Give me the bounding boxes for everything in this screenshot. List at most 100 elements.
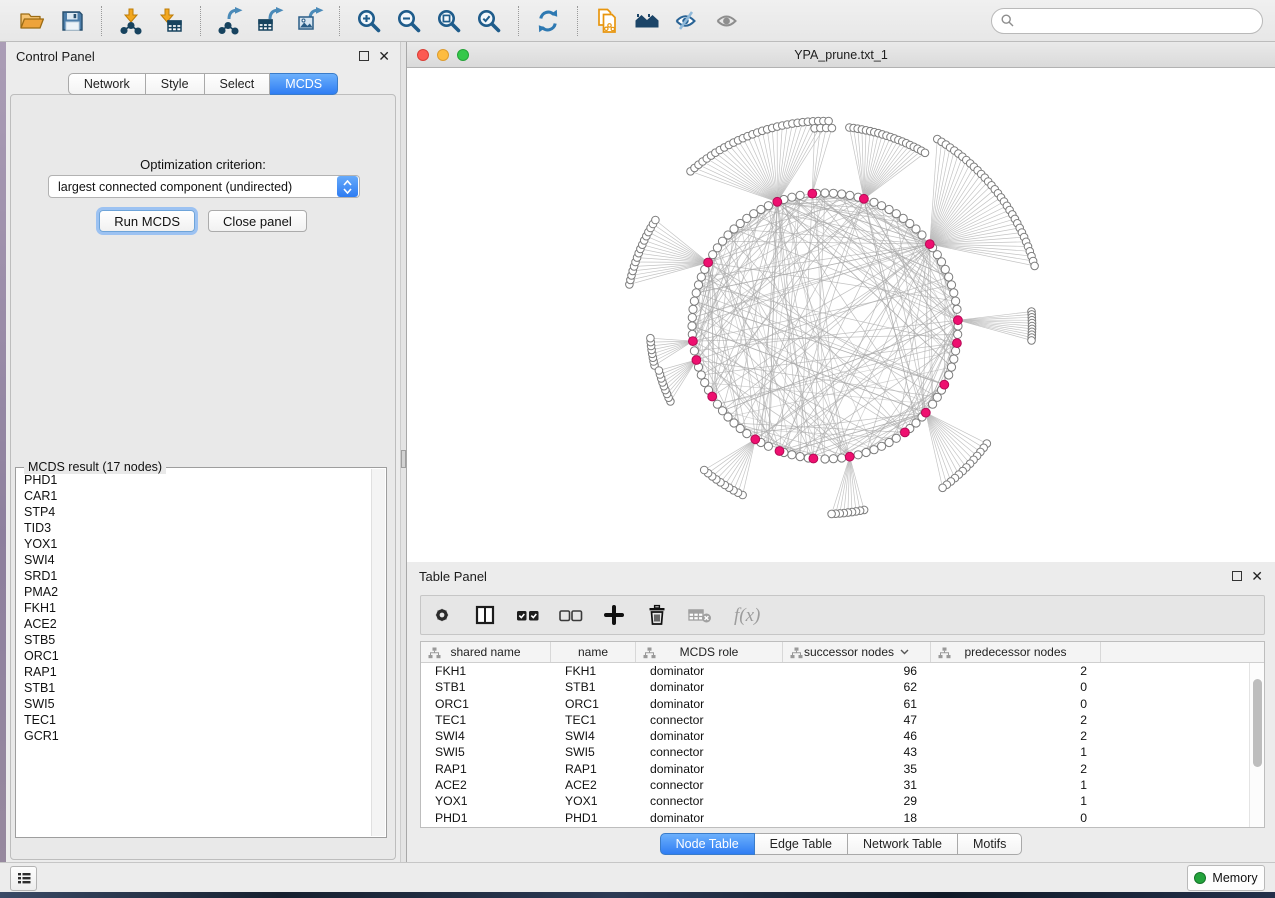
zoom-in-icon[interactable] [352, 4, 386, 38]
tab-network-table[interactable]: Network Table [848, 833, 958, 855]
window-zoom-icon[interactable] [457, 49, 469, 61]
table-scrollbar-thumb[interactable] [1253, 679, 1262, 767]
memory-button[interactable]: Memory [1187, 865, 1265, 891]
show-all-icon[interactable] [710, 4, 744, 38]
clone-network-icon[interactable] [590, 4, 624, 38]
panel-splitter[interactable] [400, 42, 407, 862]
table-row[interactable]: YOX1YOX1connector291 [421, 793, 1249, 809]
cell-name: STB1 [551, 679, 636, 695]
function-builder-icon: f(x) [730, 602, 774, 628]
mcds-result-item[interactable]: CAR1 [24, 488, 371, 504]
import-table-icon[interactable] [154, 4, 188, 38]
show-column-icon[interactable] [472, 602, 498, 628]
mcds-result-item[interactable]: SWI4 [24, 552, 371, 568]
search-input[interactable] [1020, 14, 1253, 28]
select-all-icon[interactable] [515, 602, 541, 628]
mcds-result-item[interactable]: PHD1 [24, 472, 371, 488]
save-session-icon[interactable] [55, 4, 89, 38]
table-panel-tabs: Node TableEdge TableNetwork TableMotifs [407, 833, 1275, 855]
mcds-result-item[interactable]: RAP1 [24, 664, 371, 680]
tab-motifs[interactable]: Motifs [958, 833, 1022, 855]
tab-network[interactable]: Network [68, 73, 146, 95]
tab-mcds[interactable]: MCDS [270, 73, 338, 95]
column-header-filler [1101, 642, 1264, 662]
mcds-result-item[interactable]: YOX1 [24, 536, 371, 552]
mcds-result-item[interactable]: SRD1 [24, 568, 371, 584]
zoom-selected-icon[interactable] [472, 4, 506, 38]
cell-successor_nodes: 96 [783, 663, 931, 679]
mcds-result-item[interactable]: STB1 [24, 680, 371, 696]
float-table-panel-icon[interactable] [1232, 571, 1242, 581]
mcds-result-scrollbar[interactable] [371, 469, 385, 836]
tab-node-table[interactable]: Node Table [660, 833, 755, 855]
table-row[interactable]: RAP1RAP1dominator352 [421, 761, 1249, 777]
search-box[interactable] [991, 8, 1263, 34]
network-graph[interactable] [407, 68, 1275, 562]
table-row[interactable]: SWI5SWI5connector431 [421, 744, 1249, 760]
mcds-result-item[interactable]: PMA2 [24, 584, 371, 600]
mcds-result-item[interactable]: FKH1 [24, 600, 371, 616]
export-network-icon[interactable] [213, 4, 247, 38]
tab-style[interactable]: Style [146, 73, 205, 95]
mcds-result-item[interactable]: TEC1 [24, 712, 371, 728]
column-header-shared-name[interactable]: shared name [421, 642, 551, 662]
column-header-name[interactable]: name [551, 642, 636, 662]
toolbar-separator [577, 6, 578, 36]
mcds-result-item[interactable]: SWI5 [24, 696, 371, 712]
export-table-icon[interactable] [253, 4, 287, 38]
zoom-out-icon[interactable] [392, 4, 426, 38]
column-header-successor-nodes[interactable]: successor nodes [783, 642, 931, 662]
optimization-criterion-select[interactable]: largest connected component (undirected) [48, 175, 360, 198]
table-scrollbar[interactable] [1249, 663, 1264, 827]
open-file-icon[interactable] [15, 4, 49, 38]
network-canvas[interactable] [407, 68, 1275, 562]
table-row[interactable]: TEC1TEC1connector472 [421, 712, 1249, 728]
tab-edge-table[interactable]: Edge Table [755, 833, 848, 855]
column-header-mcds-role[interactable]: MCDS role [636, 642, 783, 662]
splitter-grip[interactable] [401, 450, 406, 468]
cell-mcds_role: dominator [636, 679, 783, 695]
table-row[interactable]: ACE2ACE2connector311 [421, 777, 1249, 793]
close-table-panel-icon[interactable]: ✕ [1251, 571, 1263, 581]
table-settings-icon[interactable] [429, 602, 455, 628]
float-panel-icon[interactable] [359, 51, 369, 61]
import-network-icon[interactable] [114, 4, 148, 38]
mcds-result-item[interactable]: ACE2 [24, 616, 371, 632]
cell-mcds_role: connector [636, 744, 783, 760]
status-bar: Memory [0, 862, 1275, 892]
cell-predecessor_nodes: 2 [931, 761, 1101, 777]
tab-select[interactable]: Select [205, 73, 271, 95]
mcds-result-item[interactable]: STB5 [24, 632, 371, 648]
close-panel-icon[interactable]: ✕ [378, 51, 390, 61]
cell-name: RAP1 [551, 761, 636, 777]
table-row[interactable]: SWI4SWI4dominator462 [421, 728, 1249, 744]
deselect-all-icon[interactable] [558, 602, 584, 628]
export-image-icon[interactable] [293, 4, 327, 38]
cell-shared_name: TEC1 [421, 712, 551, 728]
mcds-result-item[interactable]: GCR1 [24, 728, 371, 744]
hide-selected-icon[interactable] [670, 4, 704, 38]
cell-successor_nodes: 29 [783, 793, 931, 809]
delete-icon[interactable] [644, 602, 670, 628]
zoom-fit-icon[interactable] [432, 4, 466, 38]
mcds-result-item[interactable]: ORC1 [24, 648, 371, 664]
first-neighbors-icon[interactable] [630, 4, 664, 38]
window-close-icon[interactable] [417, 49, 429, 61]
add-icon[interactable] [601, 602, 627, 628]
table-row[interactable]: ORC1ORC1dominator610 [421, 696, 1249, 712]
table-row[interactable]: PHD1PHD1dominator180 [421, 810, 1249, 826]
mcds-result-item[interactable]: STP4 [24, 504, 371, 520]
mcds-result-item[interactable]: TID3 [24, 520, 371, 536]
search-icon [1001, 14, 1014, 27]
table-row[interactable]: STB1STB1dominator620 [421, 679, 1249, 695]
cell-name: YOX1 [551, 793, 636, 809]
column-header-predecessor-nodes[interactable]: predecessor nodes [931, 642, 1101, 662]
close-panel-button[interactable]: Close panel [208, 210, 307, 232]
run-mcds-button[interactable]: Run MCDS [99, 210, 195, 232]
cell-mcds_role: connector [636, 712, 783, 728]
task-history-button[interactable] [10, 866, 37, 891]
table-header-row: shared namenameMCDS rolesuccessor nodesp… [421, 642, 1264, 663]
refresh-icon[interactable] [531, 4, 565, 38]
table-row[interactable]: FKH1FKH1dominator962 [421, 663, 1249, 679]
window-minimize-icon[interactable] [437, 49, 449, 61]
